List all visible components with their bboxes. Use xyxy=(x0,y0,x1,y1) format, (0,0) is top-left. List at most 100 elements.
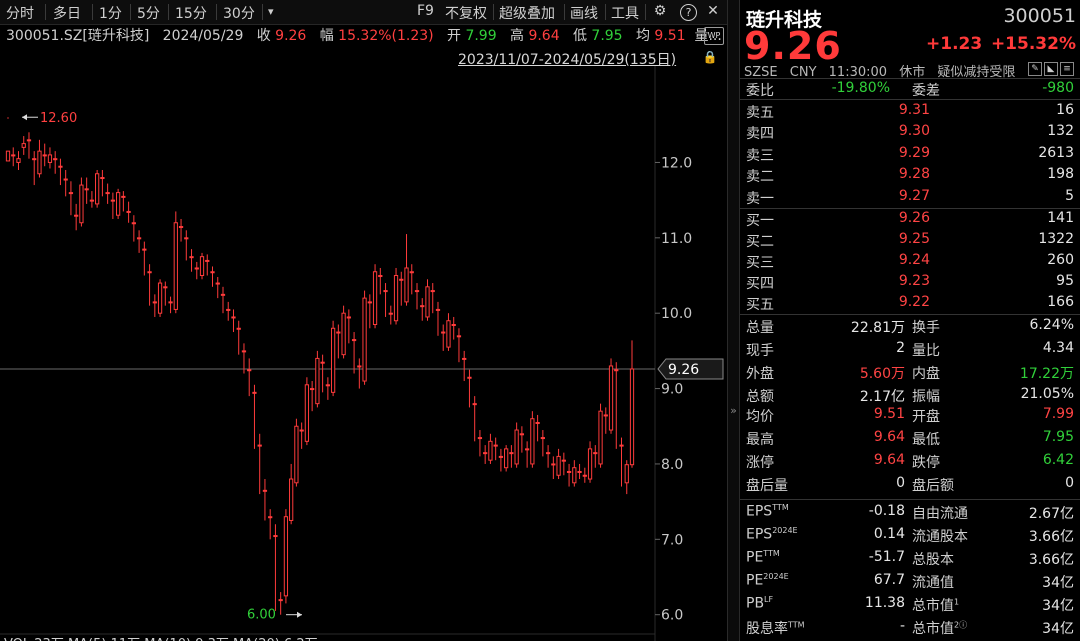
expand-icon[interactable]: » xyxy=(728,404,739,417)
candle-body xyxy=(310,388,315,391)
fund-value: 2.67亿 xyxy=(1028,506,1074,522)
candle-body xyxy=(95,173,100,205)
stat-value: 2 xyxy=(896,340,905,356)
candle-body xyxy=(598,410,603,465)
bid-price: 9.25 xyxy=(898,231,930,247)
stat-label: 最高 xyxy=(746,432,774,448)
f9-button[interactable]: F9 xyxy=(417,3,434,19)
candle-body xyxy=(110,199,115,202)
bid-row[interactable]: 买三 9.24 260 xyxy=(740,252,1080,274)
ask-row[interactable]: 卖二 9.28 198 xyxy=(740,166,1080,188)
candle-body xyxy=(74,214,79,217)
ask-row[interactable]: 卖四 9.30 132 xyxy=(740,123,1080,145)
stat-value: 9.51 xyxy=(873,406,905,422)
candle-body xyxy=(47,154,53,163)
candle-body xyxy=(378,275,383,278)
stat-label: 现手 xyxy=(746,343,774,359)
stat-value: 17.22万 xyxy=(1019,366,1074,382)
tab-multi-day[interactable]: 多日 xyxy=(53,3,81,23)
stat-row: 现手 2 量比 4.34 xyxy=(740,340,1080,362)
ask-label: 卖三 xyxy=(746,148,774,164)
fund-value: 0.14 xyxy=(873,526,905,542)
gear-icon[interactable]: ⚙ xyxy=(651,2,669,20)
candle-body xyxy=(58,165,63,168)
candle-body xyxy=(530,418,535,465)
ask-row[interactable]: 卖五 9.31 16 xyxy=(740,102,1080,124)
candle-body xyxy=(142,248,147,251)
max-price-label: 12.60 xyxy=(40,111,77,126)
candle-body xyxy=(399,278,404,281)
close-label: 收 xyxy=(256,28,271,44)
candle-body xyxy=(126,210,131,213)
price-change: +1.23 xyxy=(926,34,983,54)
candle-body xyxy=(205,259,210,262)
candle-body xyxy=(593,452,598,455)
ask-row[interactable]: 卖三 9.29 2613 xyxy=(740,145,1080,167)
divider xyxy=(168,4,169,20)
period-dropdown-icon[interactable]: ▾ xyxy=(268,5,274,18)
draw-line-button[interactable]: 画线 xyxy=(570,3,598,23)
stat-row: 涨停 9.64 跌停 6.42 xyxy=(740,452,1080,474)
ask-price: 9.29 xyxy=(898,145,930,161)
candle-body xyxy=(430,290,435,293)
candle-body xyxy=(53,158,58,161)
ask-row[interactable]: 卖一 9.27 5 xyxy=(740,188,1080,210)
candle-body xyxy=(320,361,325,364)
min-arrowhead xyxy=(297,611,302,618)
candle-body xyxy=(509,452,514,455)
menu-icon[interactable]: ≡ xyxy=(1060,62,1074,76)
candle-body xyxy=(220,293,226,296)
candle-body xyxy=(294,425,299,484)
fund-label: 流通股本 xyxy=(912,529,968,545)
divider xyxy=(45,4,46,20)
fund-value: - xyxy=(899,618,905,634)
stat-label: 换手 xyxy=(912,320,940,336)
overlay-button[interactable]: 超级叠加 xyxy=(499,3,555,23)
tab-30min[interactable]: 30分 xyxy=(223,3,255,23)
lock-icon[interactable]: 🔒 xyxy=(702,50,718,64)
stat-row: 总量 22.81万 换手 6.24% xyxy=(740,317,1080,339)
stat-label: 跌停 xyxy=(912,455,940,471)
candle-body xyxy=(577,470,582,473)
stat-label: 开盘 xyxy=(912,409,940,425)
tab-5min[interactable]: 5分 xyxy=(137,3,160,23)
stat-label: 均价 xyxy=(746,409,774,425)
edit-icon[interactable]: ✎ xyxy=(1028,62,1042,76)
candlestick-chart[interactable]: 12.0 11.0 10.0 9.0 8.0 7.0 6.0 9.26 12.60 6.00 VOL… xyxy=(0,66,727,641)
fund-label: PETTM xyxy=(746,549,780,566)
chart-panel: 分时 多日 1分 5分 15分 30分 ▾ F9 不复权 超级叠加 画线 工具 … xyxy=(0,0,727,641)
tab-15min[interactable]: 15分 xyxy=(175,3,207,23)
close-icon[interactable]: ✕ xyxy=(704,2,722,20)
bid-row[interactable]: 买五 9.22 166 xyxy=(740,294,1080,316)
fundamental-row: PBLF 11.38 总市值1 34亿 xyxy=(740,595,1080,617)
candle-body xyxy=(566,470,572,473)
bid-row[interactable]: 买四 9.23 95 xyxy=(740,273,1080,295)
tab-intraday[interactable]: 分时 xyxy=(6,3,34,23)
bookmark-icon[interactable]: ◣ xyxy=(1044,62,1058,76)
candle-body xyxy=(5,150,11,162)
candle-body xyxy=(404,267,409,303)
divider xyxy=(645,4,646,20)
wp-icon[interactable]: WP xyxy=(704,27,724,45)
y-tick-label: 8.0 xyxy=(661,457,683,473)
stat-value: 7.95 xyxy=(1042,429,1074,445)
bid-row[interactable]: 买一 9.26 141 xyxy=(740,210,1080,232)
tab-1min[interactable]: 1分 xyxy=(99,3,122,23)
stat-value: 7.99 xyxy=(1042,406,1074,422)
candle-body xyxy=(42,154,47,157)
candle-body xyxy=(231,316,236,319)
help-icon[interactable]: ? xyxy=(680,4,697,21)
candle-body xyxy=(168,301,173,304)
candle-body xyxy=(226,308,231,311)
candle-body xyxy=(441,331,446,334)
bid-row[interactable]: 买二 9.25 1322 xyxy=(740,231,1080,253)
tools-button[interactable]: 工具 xyxy=(611,3,639,23)
stat-label: 振幅 xyxy=(912,389,940,405)
candle-body xyxy=(289,478,294,521)
no-adjust-button[interactable]: 不复权 xyxy=(445,3,487,23)
bid-volume: 260 xyxy=(1047,252,1074,268)
panel-splitter[interactable]: » xyxy=(727,0,740,641)
candle-body xyxy=(79,184,84,224)
candle-body xyxy=(414,290,420,293)
candle-body xyxy=(346,316,351,319)
